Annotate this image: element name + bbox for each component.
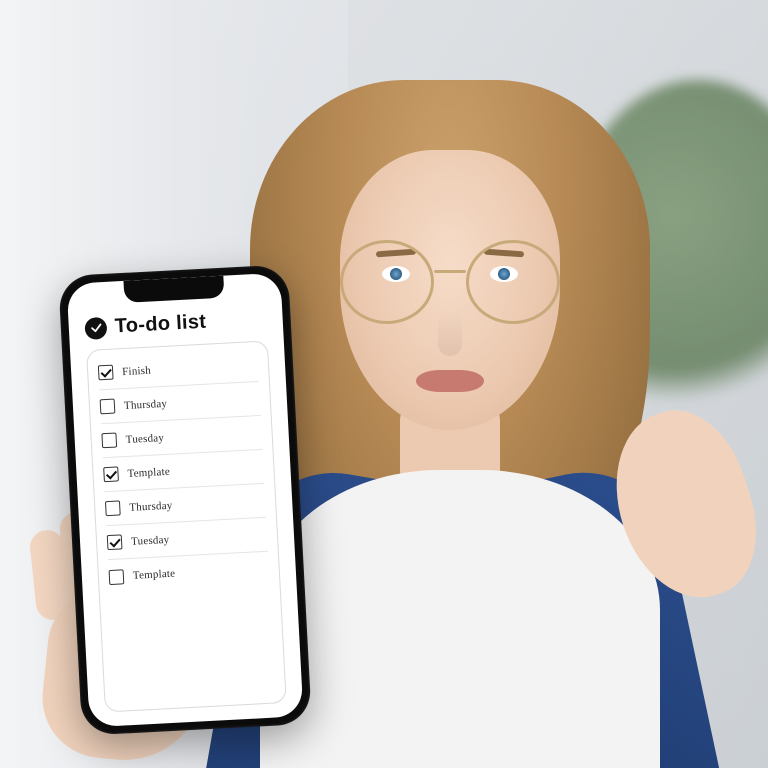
task-checkbox[interactable] — [107, 534, 123, 550]
task-checkbox[interactable] — [105, 500, 121, 516]
task-label: Tuesday — [125, 432, 164, 446]
task-checkbox[interactable] — [98, 365, 114, 381]
app-title: To-do list — [114, 311, 207, 339]
todo-app: To-do list Finish Thursday Tuesday — [67, 273, 304, 728]
lips — [416, 370, 484, 392]
lifestyle-photo: To-do list Finish Thursday Tuesday — [0, 0, 768, 768]
app-header: To-do list — [84, 307, 267, 339]
task-checkbox[interactable] — [109, 569, 125, 585]
task-label: Finish — [122, 364, 151, 377]
task-label: Thursday — [129, 499, 173, 513]
phone-screen[interactable]: To-do list Finish Thursday Tuesday — [67, 273, 304, 728]
task-checkbox[interactable] — [101, 432, 117, 448]
glasses-bridge — [434, 270, 466, 273]
task-label: Thursday — [124, 397, 168, 411]
smartphone: To-do list Finish Thursday Tuesday — [58, 264, 312, 735]
task-checkbox[interactable] — [100, 399, 116, 415]
task-list-card: Finish Thursday Tuesday Template — [86, 340, 287, 712]
task-label: Tuesday — [131, 533, 170, 547]
check-circle-icon — [84, 316, 107, 339]
glasses-lens-left — [340, 240, 434, 324]
task-label: Template — [127, 465, 170, 479]
tshirt — [260, 470, 660, 768]
task-checkbox[interactable] — [103, 466, 119, 482]
glasses-lens-right — [466, 240, 560, 324]
task-label: Template — [133, 568, 176, 582]
glasses — [340, 240, 560, 320]
task-row[interactable]: Template — [108, 552, 270, 594]
